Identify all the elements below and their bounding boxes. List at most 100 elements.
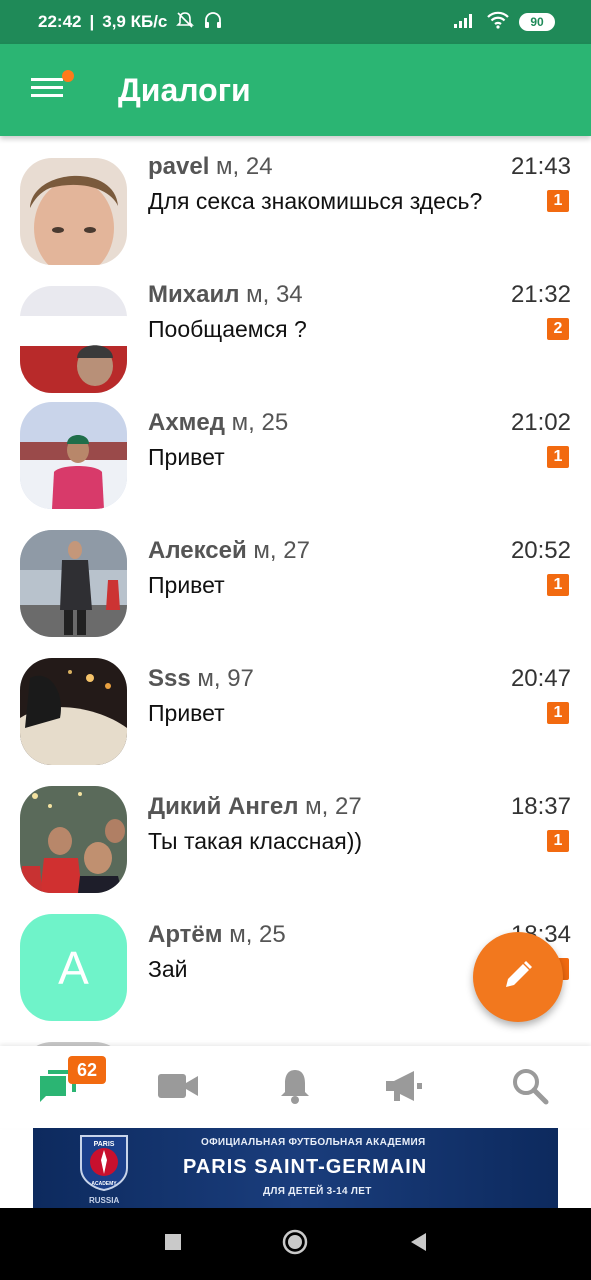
dialog-info: м, 34 xyxy=(239,281,303,308)
dialog-name-line: Sss м, 97 xyxy=(148,665,254,693)
dialog-time: 18:37 xyxy=(510,793,571,820)
unread-badge: 1 xyxy=(547,190,569,212)
dialog-message: Привет xyxy=(148,444,225,470)
dialog-name-line: Ахмед м, 25 xyxy=(148,409,288,437)
menu-button[interactable] xyxy=(12,44,82,136)
banner-line3: ДЛЯ ДЕТЕЙ 3-14 ЛЕТ xyxy=(263,1186,372,1197)
dialog-time: 21:32 xyxy=(510,281,571,308)
unread-badge: 1 xyxy=(547,702,569,724)
dialog-name: Артём xyxy=(148,921,223,948)
dialog-info: м, 27 xyxy=(246,537,310,564)
page-title: Диалоги xyxy=(118,71,251,108)
dialog-row[interactable] xyxy=(0,1036,591,1046)
status-left: 22:42 | 3,9 КБ/с xyxy=(38,10,223,35)
unread-badge: 1 xyxy=(547,574,569,596)
ad-banner-container: PARIS ACADEMY RUSSIA ОФИЦИАЛЬНАЯ ФУТБОЛЬН… xyxy=(0,1128,591,1208)
dialog-name: pavel xyxy=(148,153,210,180)
dialog-name-line: Михаил м, 34 xyxy=(148,281,303,309)
triangle-back-icon xyxy=(408,1231,428,1258)
banner-line1: ОФИЦИАЛЬНАЯ ФУТБОЛЬНАЯ АКАДЕМИЯ xyxy=(201,1137,426,1148)
dialog-time: 20:52 xyxy=(510,537,571,564)
unread-badge: 1 xyxy=(547,830,569,852)
ad-banner[interactable]: PARIS ACADEMY RUSSIA ОФИЦИАЛЬНАЯ ФУТБОЛЬН… xyxy=(33,1128,558,1208)
dialog-name: Ахмед xyxy=(148,409,226,436)
dialog-row[interactable]: Ахмед м, 25 21:02 Привет 1 xyxy=(0,396,591,524)
logo-top-text: PARIS xyxy=(94,1141,115,1148)
dialog-row[interactable]: Алексей м, 27 20:52 Привет 1 xyxy=(0,524,591,652)
dialog-name-line: Алексей м, 27 xyxy=(148,537,310,565)
dialog-info: м, 25 xyxy=(225,409,289,436)
avatar[interactable] xyxy=(20,530,127,637)
dialog-row[interactable]: Дикий Ангел м, 27 18:37 Ты такая классна… xyxy=(0,780,591,908)
dialog-name: Михаил xyxy=(148,281,240,308)
avatar-letter: A xyxy=(58,941,89,994)
headphones-icon xyxy=(203,10,223,35)
dialog-name: Sss xyxy=(148,665,191,692)
status-separator: | xyxy=(89,12,95,31)
dialog-time: 20:47 xyxy=(510,665,571,692)
logo-bottom-text: ACADEMY xyxy=(91,1181,117,1187)
unread-badge: 2 xyxy=(547,318,569,340)
dialog-message: Ты такая классная)) xyxy=(148,828,363,854)
status-time: 22:42 xyxy=(38,12,82,31)
dialog-time: 21:02 xyxy=(510,409,571,436)
dialog-info: м, 25 xyxy=(222,921,286,948)
nav-search[interactable] xyxy=(500,1060,560,1116)
dialog-name: Алексей xyxy=(148,537,247,564)
avatar[interactable] xyxy=(20,158,127,265)
notification-dot xyxy=(62,70,74,82)
dialog-name-line: Артём м, 25 xyxy=(148,921,286,949)
unread-badge: 1 xyxy=(547,446,569,468)
dialog-name: Дикий Ангел xyxy=(148,793,299,820)
nav-broadcast[interactable] xyxy=(374,1060,434,1116)
dialog-message: Пообщаемся ? xyxy=(148,316,307,342)
dialog-info: м, 24 xyxy=(209,153,273,180)
dialog-name-line: Дикий Ангел м, 27 xyxy=(148,793,362,821)
bell-icon xyxy=(278,1067,312,1110)
recents-button[interactable] xyxy=(159,1230,187,1258)
home-button[interactable] xyxy=(281,1228,309,1261)
circle-icon xyxy=(281,1228,309,1261)
dialog-row[interactable]: Sss м, 97 20:47 Привет 1 xyxy=(0,652,591,780)
dialog-list[interactable]: pavel м, 24 21:43 Для секса знакомишься … xyxy=(0,140,591,1046)
mute-icon xyxy=(175,10,195,35)
square-icon xyxy=(163,1232,183,1257)
avatar[interactable] xyxy=(20,402,127,509)
nav-video[interactable] xyxy=(148,1060,208,1116)
pencil-icon xyxy=(502,959,534,996)
dialog-row[interactable]: pavel м, 24 21:43 Для секса знакомишься … xyxy=(0,140,591,268)
dialog-message: Зай xyxy=(148,956,188,982)
app-bar: Диалоги xyxy=(0,44,591,136)
banner-country: RUSSIA xyxy=(89,1196,120,1205)
signal-icon xyxy=(453,11,477,34)
dialog-message: Привет xyxy=(148,700,225,726)
banner-line2: PARIS SAINT-GERMAIN xyxy=(183,1156,428,1178)
avatar[interactable] xyxy=(20,658,127,765)
hamburger-icon xyxy=(31,76,63,105)
status-network-speed: 3,9 КБ/с xyxy=(102,12,168,31)
video-icon xyxy=(157,1071,199,1106)
back-button[interactable] xyxy=(404,1230,432,1258)
wifi-icon xyxy=(487,11,509,34)
psg-logo: PARIS ACADEMY xyxy=(77,1132,131,1192)
dialog-message: Для секса знакомишься здесь? xyxy=(148,188,483,214)
dialog-name-line: pavel м, 24 xyxy=(148,153,273,181)
status-bar: 22:42 | 3,9 КБ/с 90 xyxy=(0,0,591,44)
messages-badge: 62 xyxy=(68,1056,106,1084)
status-right: 90 xyxy=(453,11,555,34)
dialog-row[interactable]: Михаил м, 34 21:32 Пообщаемся ? 2 xyxy=(0,268,591,396)
avatar[interactable]: A xyxy=(20,914,127,1021)
battery-indicator: 90 xyxy=(519,13,555,31)
bottom-nav: 62 xyxy=(0,1046,591,1128)
compose-button[interactable] xyxy=(473,932,563,1022)
dialog-message: Привет xyxy=(148,572,225,598)
nav-notifications[interactable] xyxy=(265,1060,325,1116)
dialog-info: м, 97 xyxy=(190,665,254,692)
avatar[interactable] xyxy=(20,286,127,393)
system-nav-bar xyxy=(0,1208,591,1280)
dialog-info: м, 27 xyxy=(298,793,362,820)
search-icon xyxy=(510,1066,550,1111)
megaphone-icon xyxy=(384,1069,424,1108)
avatar[interactable] xyxy=(20,786,127,893)
dialog-time: 21:43 xyxy=(510,153,571,180)
